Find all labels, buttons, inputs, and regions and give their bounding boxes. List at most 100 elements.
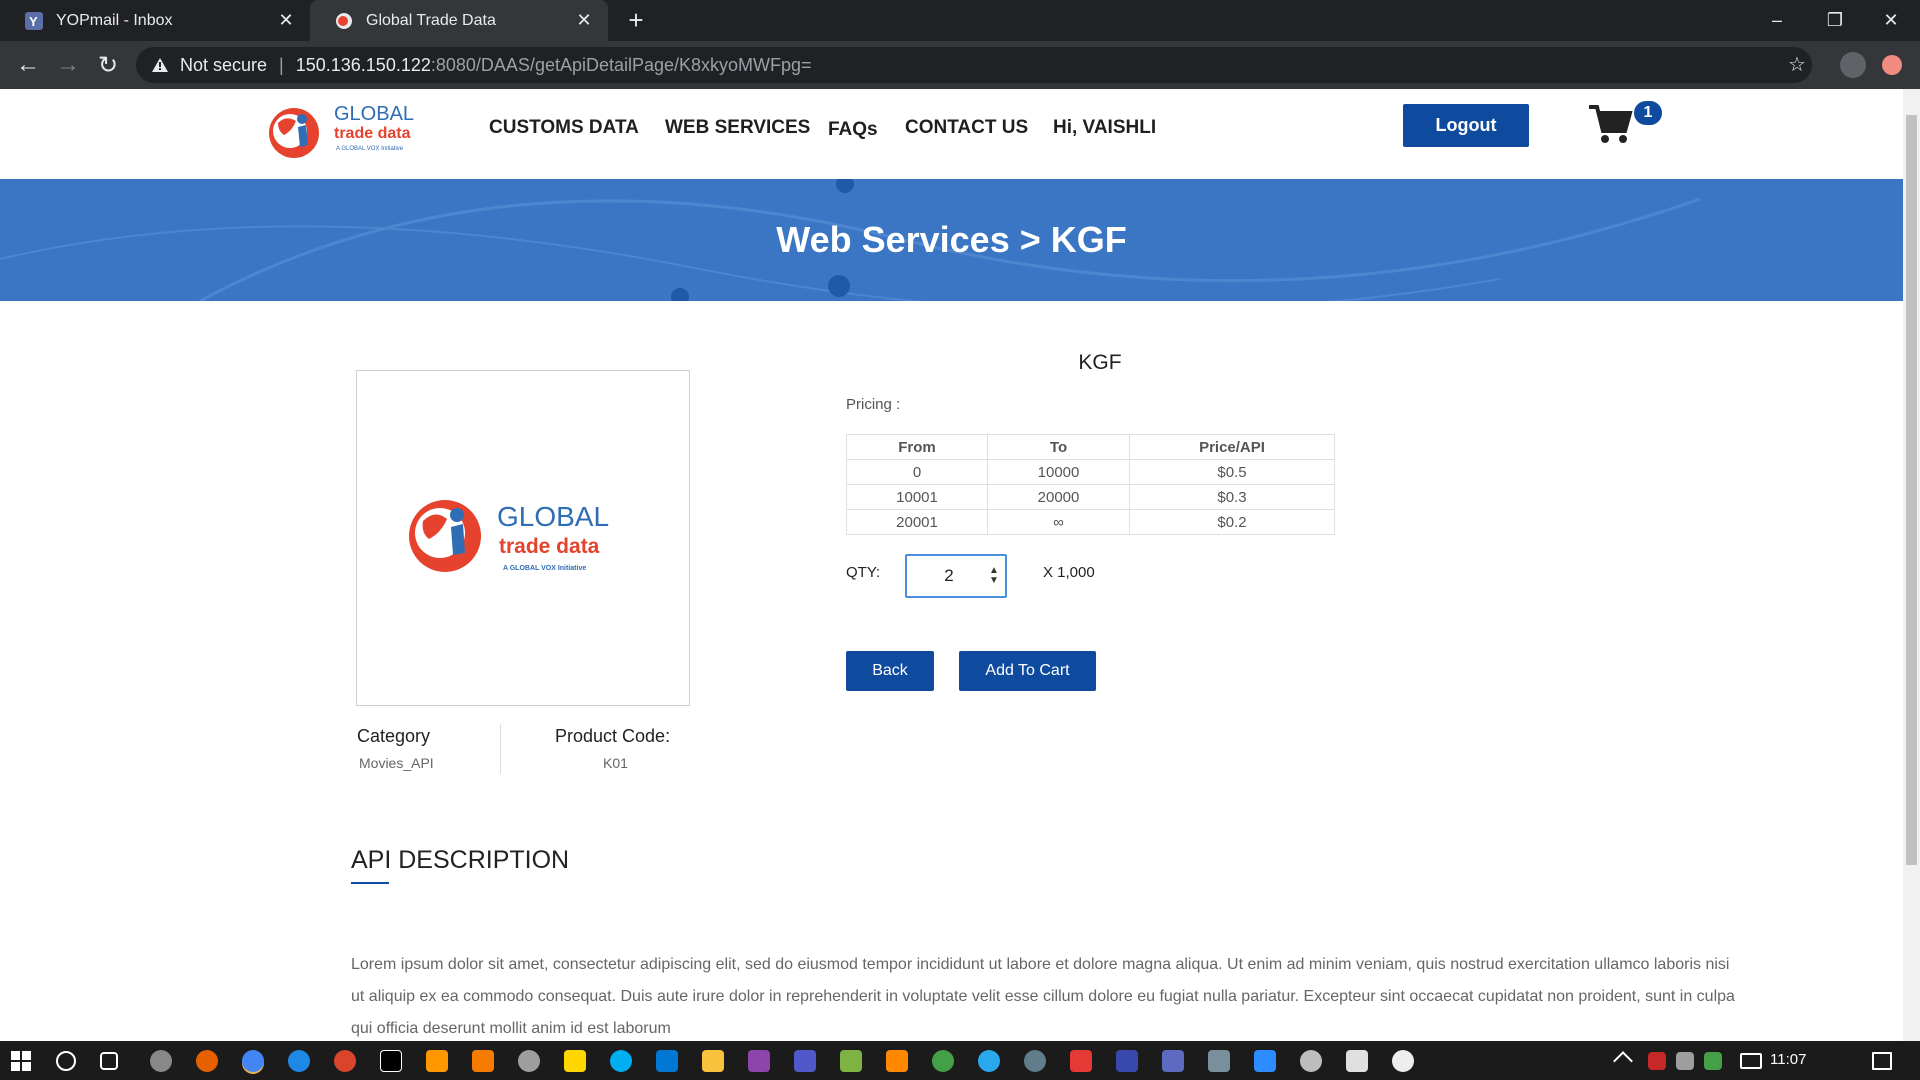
sublime-icon[interactable]	[426, 1050, 448, 1072]
app-icon[interactable]	[334, 1050, 356, 1072]
table-cell: 10001	[846, 484, 988, 510]
user-greeting[interactable]: Hi, VAISHLI	[1053, 117, 1156, 139]
restore-icon[interactable]: ❐	[1806, 0, 1864, 41]
search-icon[interactable]	[56, 1051, 76, 1071]
url-path: :8080/DAAS/getApiDetailPage/K8xkyoMWFpg=	[430, 54, 812, 75]
app-icon[interactable]	[840, 1050, 862, 1072]
product-title: KGF	[1078, 351, 1122, 374]
tray-app-icon[interactable]	[1648, 1052, 1666, 1070]
svg-text:Y: Y	[29, 14, 38, 29]
edge-icon[interactable]	[288, 1050, 310, 1072]
site-header: GLOBAL trade data A GLOBAL VOX Initiativ…	[0, 89, 1903, 179]
settings-gear-icon[interactable]	[150, 1050, 172, 1072]
notifications-icon[interactable]	[1872, 1052, 1892, 1070]
app-icon[interactable]	[1070, 1050, 1092, 1072]
tab-title: YOPmail - Inbox	[56, 11, 173, 29]
nav-faqs[interactable]: FAQs	[828, 119, 878, 141]
logo-text-global: GLOBAL	[334, 103, 415, 125]
app-icon[interactable]	[1208, 1050, 1230, 1072]
table-cell: 20000	[987, 484, 1130, 510]
cart-count-badge: 1	[1634, 101, 1662, 125]
battery-icon[interactable]	[1676, 1052, 1694, 1070]
reload-icon[interactable]: ↻	[94, 51, 122, 79]
nav-customs-data[interactable]: CUSTOMS DATA	[489, 117, 639, 139]
window-close-icon[interactable]: ✕	[1862, 0, 1920, 41]
firefox-icon[interactable]	[196, 1050, 218, 1072]
skype-icon[interactable]	[610, 1050, 632, 1072]
nav-contact-us[interactable]: CONTACT US	[905, 117, 1028, 139]
forward-arrow-icon[interactable]: →	[54, 51, 82, 79]
tab-title: Global Trade Data	[366, 11, 496, 29]
category-label: Category	[357, 726, 431, 746]
teams-icon[interactable]	[794, 1050, 816, 1072]
col-header-price: Price/API	[1129, 434, 1335, 460]
tab-global-trade-data[interactable]: Global Trade Data ✕	[310, 0, 608, 41]
app-icon[interactable]	[1392, 1050, 1414, 1072]
tab-yopmail[interactable]: Y YOPmail - Inbox ✕	[0, 0, 310, 41]
keyboard-icon[interactable]	[1740, 1053, 1762, 1069]
meta-divider	[500, 724, 501, 774]
telegram-icon[interactable]	[978, 1050, 1000, 1072]
sticky-notes-icon[interactable]	[564, 1050, 586, 1072]
new-tab-plus-icon[interactable]: +	[624, 7, 648, 33]
vertical-scrollbar[interactable]	[1903, 89, 1920, 1041]
app-icon[interactable]	[1024, 1050, 1046, 1072]
back-button[interactable]: Back	[846, 651, 934, 691]
spinner-arrows-icon[interactable]: ▲ ▼	[988, 566, 1000, 586]
product-code-value: K01	[603, 755, 628, 771]
tray-chevron-up-icon[interactable]	[1613, 1051, 1633, 1071]
app-icon[interactable]	[748, 1050, 770, 1072]
warning-triangle-icon	[150, 55, 170, 75]
update-icon[interactable]	[1882, 55, 1902, 75]
svg-text:A GLOBAL VOX Initiative: A GLOBAL VOX Initiative	[503, 565, 586, 572]
pricing-table: From To Price/API 0 10000 $0.5 10001 200…	[846, 434, 1335, 535]
browser-tab-bar: Y YOPmail - Inbox ✕ Global Trade Data ✕ …	[0, 0, 1920, 41]
table-row: 0 10000 $0.5	[846, 459, 1335, 485]
windows-start-icon[interactable]	[11, 1051, 31, 1071]
product-code-label: Product Code:	[555, 726, 671, 746]
chrome-icon[interactable]	[242, 1050, 264, 1072]
task-view-icon[interactable]	[100, 1052, 118, 1070]
description-text: Lorem ipsum dolor sit amet, consectetur …	[351, 956, 1735, 1037]
table-cell: 0	[846, 459, 988, 485]
svg-text:GLOBAL: GLOBAL	[497, 501, 609, 532]
app-icon[interactable]	[1162, 1050, 1184, 1072]
app-icon[interactable]	[380, 1050, 402, 1072]
bookmark-star-icon[interactable]: ☆	[1788, 52, 1806, 77]
profile-avatar[interactable]	[1840, 52, 1866, 78]
url-separator: |	[279, 54, 284, 75]
outlook-icon[interactable]	[656, 1050, 678, 1072]
close-tab-icon[interactable]: ✕	[276, 10, 296, 30]
col-header-from: From	[846, 434, 988, 460]
nav-web-services[interactable]: WEB SERVICES	[665, 117, 810, 139]
file-explorer-icon[interactable]	[702, 1050, 724, 1072]
table-cell: $0.3	[1129, 484, 1335, 510]
app-icon[interactable]	[1300, 1050, 1322, 1072]
table-row: 10001 20000 $0.3	[846, 484, 1335, 510]
back-arrow-icon[interactable]: ←	[14, 51, 42, 79]
app-icon[interactable]	[1346, 1050, 1368, 1072]
table-cell: 20001	[846, 509, 988, 535]
site-logo[interactable]: GLOBAL trade data A GLOBAL VOX Initiativ…	[268, 101, 418, 161]
add-to-cart-button[interactable]: Add To Cart	[959, 651, 1096, 691]
app-icon[interactable]	[932, 1050, 954, 1072]
address-bar[interactable]: Not secure | 150.136.150.122 :8080/DAAS/…	[136, 47, 1812, 83]
scrollbar-thumb[interactable]	[1906, 115, 1917, 865]
close-tab-icon[interactable]: ✕	[574, 10, 594, 30]
app-icon[interactable]	[518, 1050, 540, 1072]
vlc-icon[interactable]	[886, 1050, 908, 1072]
logout-button[interactable]: Logout	[1403, 104, 1529, 147]
security-status: Not secure	[180, 54, 268, 75]
app-icon[interactable]	[472, 1050, 494, 1072]
table-cell: 10000	[987, 459, 1130, 485]
app-icon[interactable]	[1116, 1050, 1138, 1072]
minimize-icon[interactable]: –	[1748, 0, 1806, 41]
table-cell: ∞	[987, 509, 1130, 535]
security-shield-icon[interactable]	[1704, 1052, 1722, 1070]
shopping-cart-icon[interactable]	[1587, 101, 1633, 147]
zoom-icon[interactable]	[1254, 1050, 1276, 1072]
svg-text:trade data: trade data	[499, 535, 600, 558]
clock-time[interactable]: 11:07	[1770, 1051, 1806, 1068]
globe-favicon-icon	[334, 11, 354, 31]
table-cell: $0.2	[1129, 509, 1335, 535]
